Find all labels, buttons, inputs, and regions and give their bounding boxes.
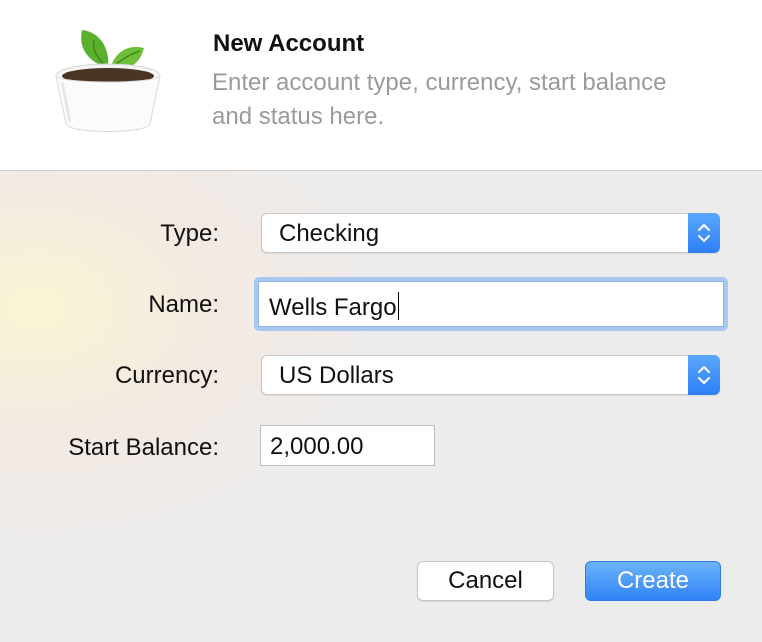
currency-popup-value: US Dollars (279, 362, 394, 389)
name-label: Name: (148, 291, 219, 318)
sheet-header: New Account Enter account type, currency… (0, 0, 762, 171)
background-glow (0, 140, 400, 560)
currency-label: Currency: (114, 362, 219, 389)
new-account-sheet: New Account Enter account type, currency… (0, 0, 762, 642)
sheet-title: New Account (213, 30, 365, 57)
start-balance-label: Start Balance: (68, 434, 219, 461)
name-input[interactable]: Wells Fargo (258, 281, 724, 327)
create-button[interactable]: Create (585, 561, 721, 601)
name-input-value: Wells Fargo (269, 292, 399, 321)
name-field-focus-ring[interactable]: Wells Fargo (254, 277, 728, 331)
plant-pot-icon (55, 30, 161, 132)
up-down-chevron-icon[interactable] (688, 355, 720, 395)
up-down-chevron-icon[interactable] (688, 213, 720, 253)
cancel-button[interactable]: Cancel (417, 561, 554, 601)
sheet-subtitle: Enter account type, currency, start bala… (212, 69, 667, 130)
currency-popup[interactable]: US Dollars (261, 355, 720, 395)
type-popup-value: Checking (279, 220, 380, 247)
start-balance-value: 2,000.00 (270, 433, 364, 460)
type-popup[interactable]: Checking (261, 213, 720, 253)
text-caret (397, 292, 399, 320)
type-label: Type: (160, 220, 219, 247)
start-balance-input[interactable]: 2,000.00 (260, 425, 435, 466)
